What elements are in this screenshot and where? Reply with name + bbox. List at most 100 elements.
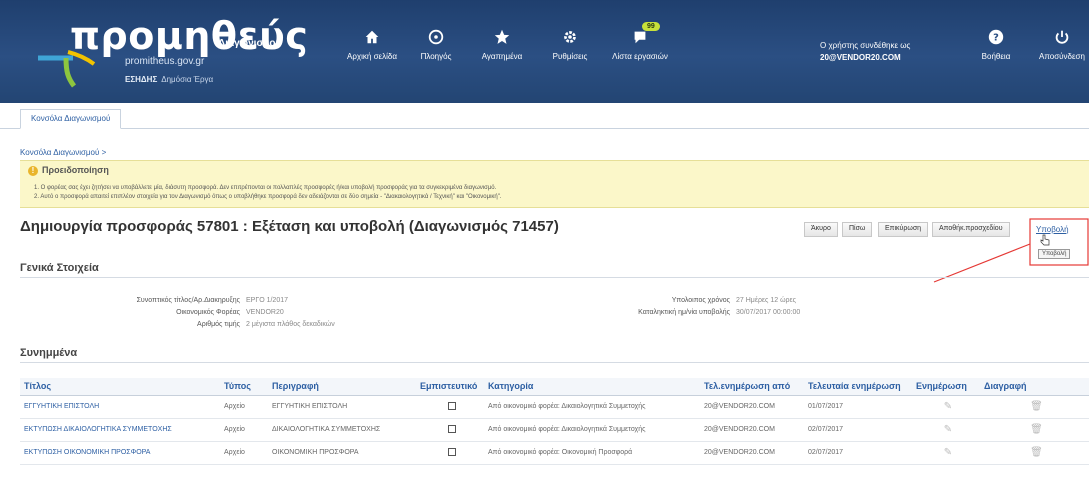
confidential-checkbox[interactable]: [448, 447, 456, 456]
cell-type: Αρχείο: [220, 418, 268, 442]
review-button[interactable]: Επικύρωση: [878, 222, 929, 237]
nav-logout[interactable]: Αποσύνδεση: [1030, 28, 1089, 61]
table-row: ΕΓΓΥΗΤΙΚΗ ΕΠΙΣΤΟΛΗ Αρχείο ΕΓΓΥΗΤΙΚΗ ΕΠΙΣ…: [20, 395, 1089, 419]
cell-description: ΔΙΚΑΙΟΛΟΓΗΤΙΚΑ ΣΥΜΜΕΤΟΧΗΣ: [268, 418, 416, 442]
nav-home[interactable]: Αρχική σελίδα: [340, 28, 404, 61]
cell-description: ΟΙΚΟΝΟΜΙΚΗ ΠΡΟΣΦΟΡΑ: [268, 441, 416, 465]
cell-category: Από οικονομικό φορέα: Δικαιολογητικά Συμ…: [484, 418, 700, 442]
cell-update: ✎: [912, 441, 980, 465]
cell-updated-by: 20@VENDOR20.COM: [700, 418, 804, 442]
nav-tasks-label: Λίστα εργασιών: [612, 52, 668, 61]
home-icon: [365, 30, 379, 44]
field-label-vendor: Οικονομικός Φορέας: [176, 309, 240, 316]
cell-confidential: [416, 418, 484, 442]
compass-icon: [428, 29, 444, 45]
nav-home-label: Αρχική σελίδα: [347, 52, 397, 61]
field-label-title: Συνοπτικός τίτλος/Αρ.Διακηρυξης: [136, 297, 240, 304]
field-label-remaining: Υπολοιπος χρόνος: [671, 297, 730, 304]
col-description[interactable]: Περιγραφή: [268, 378, 416, 396]
warning-box: ! Προειδοποίηση 1. Ο φορέας σας έχει ζητή…: [20, 160, 1089, 208]
pencil-icon[interactable]: ✎: [944, 447, 952, 458]
cell-delete: 🗑: [980, 441, 1089, 465]
brand-logo[interactable]: προμηθεύς: [70, 14, 308, 58]
pencil-icon[interactable]: ✎: [944, 424, 952, 435]
attachments-section-rule: [20, 362, 1089, 363]
help-icon: ?: [988, 29, 1004, 45]
col-title[interactable]: Τίτλος: [20, 378, 220, 396]
attachments-table: Τίτλος Τύπος Περιγραφή Εμπιστευτικό Κατη…: [20, 378, 1089, 465]
breadcrumb[interactable]: Κονσόλα Διαγωνισμού >: [20, 148, 106, 157]
cell-type: Αρχείο: [220, 395, 268, 419]
field-value-deadline: 30/07/2017 00:00:00: [736, 309, 801, 316]
brand-subtitle: Διαγωνισμοί: [218, 38, 279, 49]
nav-tasks[interactable]: 99 Λίστα εργασιών: [608, 22, 672, 61]
cell-delete: 🗑: [980, 418, 1089, 442]
tasks-badge: 99: [642, 22, 660, 31]
nav-help-label: Βοήθεια: [981, 52, 1011, 61]
field-value-price: 2 μέγιστα πλάθος δεκαδικών: [246, 321, 335, 328]
nav-navigator[interactable]: Πλοηγός: [404, 28, 468, 61]
confidential-checkbox[interactable]: [448, 424, 456, 433]
brand-org: ΕΣΗΔΗΣ Δημόσια Έργα: [125, 75, 213, 84]
nav-settings-label: Ρυθμίσεις: [552, 52, 588, 61]
general-section-title: Γενικά Στοιχεία: [20, 262, 99, 274]
cell-title[interactable]: ΕΚΤΥΠΩΣΗ ΔΙΚΑΙΟΛΟΓΗΤΙΚΑ ΣΥΜΜΕΤΟΧΗΣ: [20, 418, 220, 442]
cell-description: ΕΓΓΥΗΤΙΚΗ ΕΠΙΣΤΟΛΗ: [268, 395, 416, 419]
user-info-email: 20@VENDOR20.COM: [820, 53, 901, 62]
nav-settings[interactable]: Ρυθμίσεις: [538, 28, 602, 61]
confidential-checkbox[interactable]: [448, 401, 456, 410]
field-label-price: Αριθμός τιμής: [197, 321, 240, 328]
org-sub: Δημόσια Έργα: [161, 75, 214, 84]
back-button[interactable]: Πίσω: [842, 222, 873, 237]
svg-text:?: ?: [993, 33, 999, 44]
field-value-title: ΕΡΓΟ 1/2017: [246, 297, 288, 304]
tab-tender-console[interactable]: Κονσόλα Διαγωνισμού: [20, 109, 122, 129]
cell-update: ✎: [912, 395, 980, 419]
save-draft-button[interactable]: Αποθήκ.προσχεδίου: [932, 222, 1010, 237]
cell-update: ✎: [912, 418, 980, 442]
cell-title[interactable]: ΕΚΤΥΠΩΣΗ ΟΙΚΟΝΟΜΙΚΗ ΠΡΟΣΦΟΡΑ: [20, 441, 220, 465]
nav-favorites-label: Αγαπημένα: [481, 52, 523, 61]
submit-button[interactable]: Υποβολή: [1036, 225, 1069, 234]
cancel-button[interactable]: Άκυρο: [804, 222, 838, 237]
cell-type: Αρχείο: [220, 441, 268, 465]
cell-last-updated: 02/07/2017: [804, 418, 912, 442]
col-updated-by[interactable]: Τελ.ενημέρωση από: [700, 378, 804, 396]
page-title: Δημιουργία προσφοράς 57801 : Εξέταση και…: [20, 218, 559, 235]
table-header-row: Τίτλος Τύπος Περιγραφή Εμπιστευτικό Κατη…: [20, 378, 1089, 396]
cell-updated-by: 20@VENDOR20.COM: [700, 441, 804, 465]
col-type[interactable]: Τύπος: [220, 378, 268, 396]
brand-url: promitheus.gov.gr: [125, 56, 205, 67]
warning-title: ! Προειδοποίηση: [28, 165, 109, 176]
cell-confidential: [416, 441, 484, 465]
gear-icon: [564, 31, 576, 43]
trash-icon[interactable]: 🗑: [1030, 401, 1043, 412]
field-label-deadline: Καταληκτική ημ/νία υποβολής: [638, 309, 730, 316]
table-row: ΕΚΤΥΠΩΣΗ ΔΙΚΑΙΟΛΟΓΗΤΙΚΑ ΣΥΜΜΕΤΟΧΗΣ Αρχεί…: [20, 418, 1089, 442]
warning-title-text: Προειδοποίηση: [42, 165, 109, 175]
nav-navigator-label: Πλοηγός: [420, 52, 452, 61]
submit-tooltip: Υποβολή: [1038, 249, 1071, 259]
field-value-remaining: 27 Ημέρες 12 ώρες: [736, 297, 797, 304]
warning-line-1: 1. Ο φορέας σας έχει ζητήσει να υποβάλλε…: [34, 185, 497, 191]
hand-cursor-icon: [1040, 234, 1050, 246]
org-name: ΕΣΗΔΗΣ: [125, 75, 158, 84]
nav-favorites[interactable]: Αγαπημένα: [470, 28, 534, 61]
warning-icon: !: [28, 166, 38, 176]
general-section-rule: [20, 277, 1089, 278]
cell-title[interactable]: ΕΓΓΥΗΤΙΚΗ ΕΠΙΣΤΟΛΗ: [20, 395, 220, 419]
cell-category: Από οικονομικό φορέα: Οικονομική Προσφορ…: [484, 441, 700, 465]
trash-icon[interactable]: 🗑: [1030, 424, 1043, 435]
star-icon: [494, 29, 510, 44]
trash-icon[interactable]: 🗑: [1030, 447, 1043, 458]
col-last-updated[interactable]: Τελευταία ενημέρωση: [804, 378, 912, 396]
col-delete: Διαγραφή: [980, 378, 1089, 396]
nav-help[interactable]: ? Βοήθεια: [964, 28, 1028, 61]
col-confidential: Εμπιστευτικό: [416, 378, 484, 396]
user-info: Ο χρήστης συνδέθηκε ως 20@VENDOR20.COM: [820, 40, 910, 64]
attachments-section-title: Συνημμένα: [20, 347, 78, 359]
warning-line-2: 2. Αυτό ο προσφορά απαιτεί επιπλέον στοι…: [34, 194, 502, 200]
power-icon: [1055, 30, 1069, 44]
col-category[interactable]: Κατηγορία: [484, 378, 700, 396]
pencil-icon[interactable]: ✎: [944, 401, 952, 412]
